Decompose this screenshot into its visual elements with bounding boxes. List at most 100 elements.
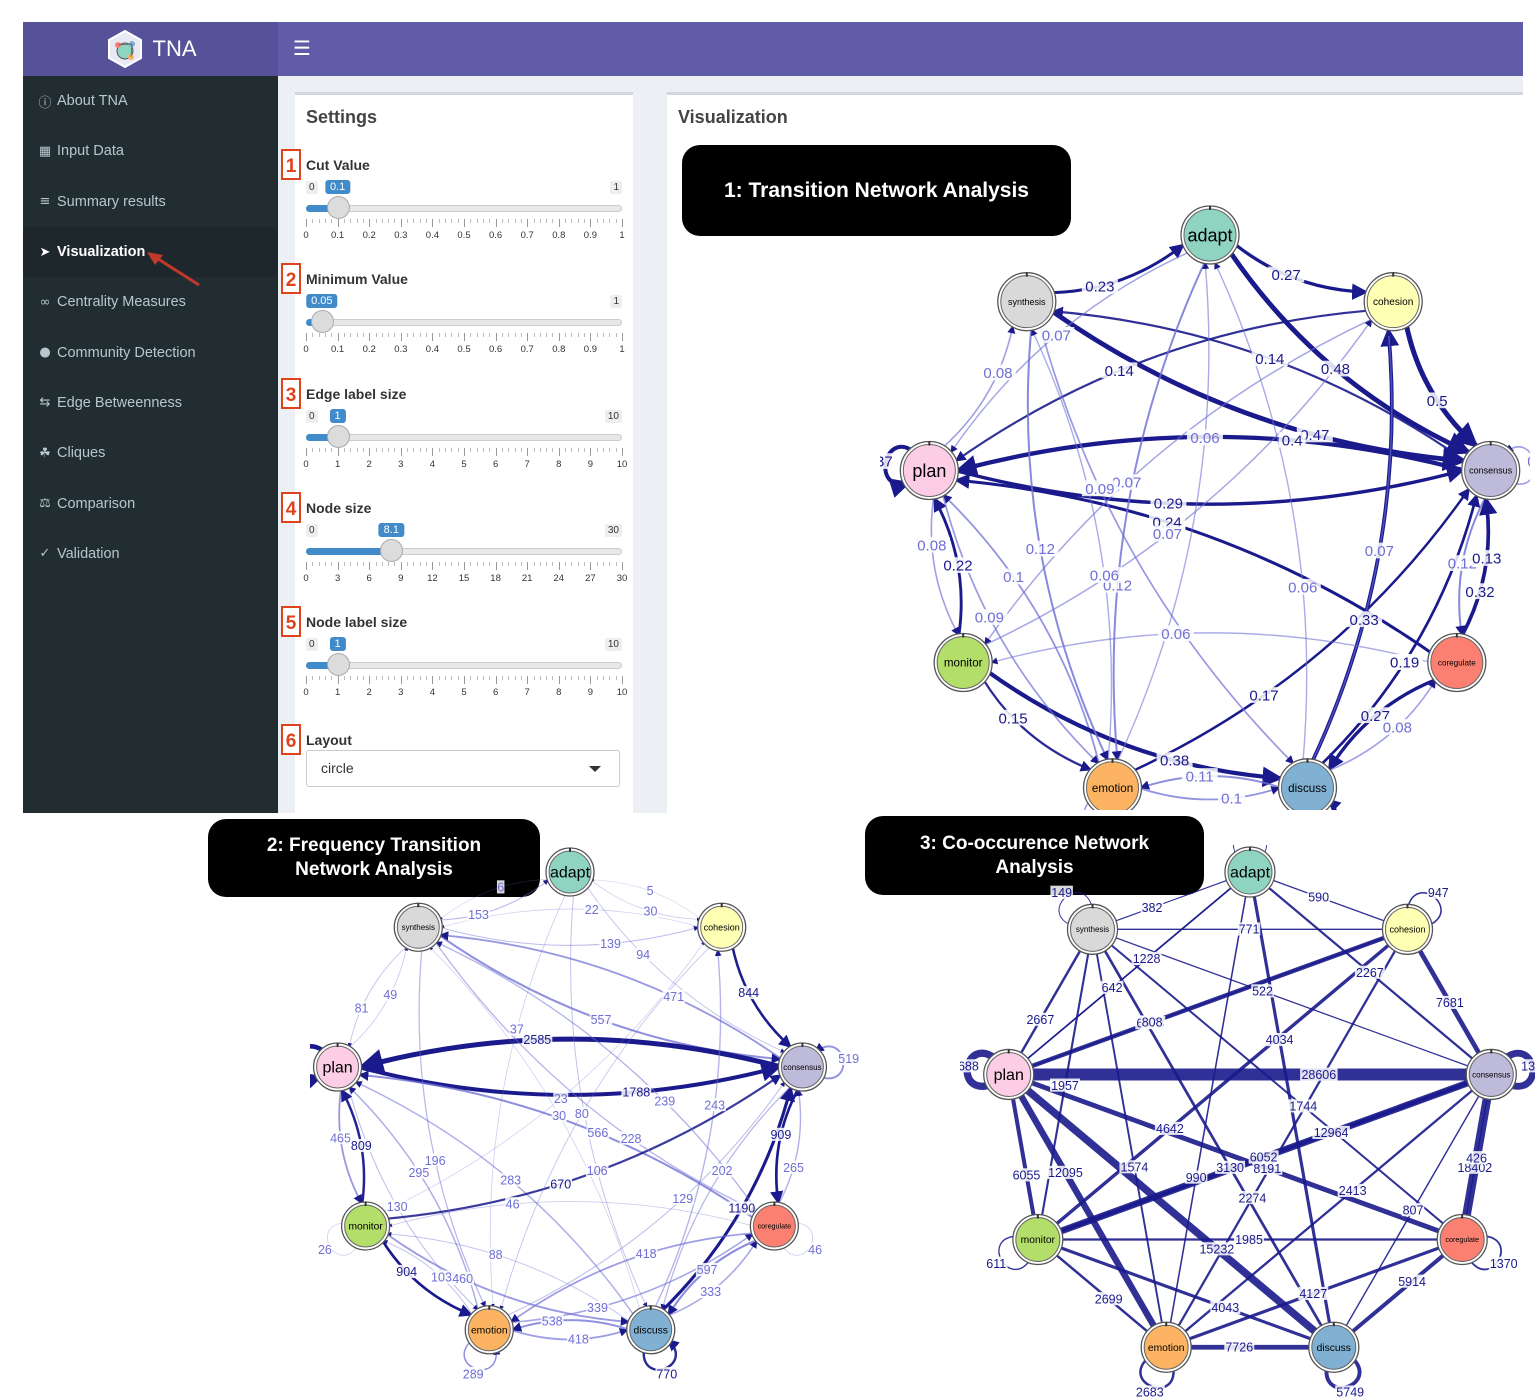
edge-weight-label: 265	[783, 1161, 804, 1175]
edge-weight-label: 670	[550, 1177, 571, 1191]
slider-tick	[350, 333, 352, 337]
sidebar-item-summary[interactable]: ≡ Summary results	[23, 177, 278, 227]
edge-weight-label: 809	[351, 1139, 372, 1153]
sidebar-item-cliques[interactable]: ☘ Cliques	[23, 428, 278, 478]
network-edge	[1016, 1091, 1157, 1329]
edge-weight-label: 0.1	[1221, 791, 1242, 808]
slider-tick-label: 0	[303, 344, 309, 355]
sidebar-item-centrality[interactable]: ∞ Centrality Measures	[23, 277, 278, 327]
slider-tick-label: 0.5	[457, 230, 471, 241]
slider-tick	[476, 676, 478, 680]
slider-tick	[324, 676, 326, 680]
slider-tick	[558, 676, 560, 684]
slider-tick	[432, 676, 434, 684]
slider-tick-label: 9	[587, 687, 594, 698]
slider-tick-label: 9	[587, 459, 594, 470]
slider-handle[interactable]	[310, 310, 334, 333]
slider[interactable]: 0 10 1 0 1 2 3 4 5 6 7 8 9 10	[303, 409, 627, 480]
slider-tick	[533, 333, 535, 337]
slider-tick	[337, 562, 339, 570]
edge-weight-label: 642	[1102, 981, 1123, 995]
slider-handle[interactable]	[326, 425, 350, 448]
slider-tick	[457, 333, 459, 337]
slider-tick	[432, 219, 434, 227]
slider-tick-label: 0	[303, 230, 309, 241]
slider-tick	[331, 676, 333, 680]
slider-tick-label: 0.2	[362, 230, 376, 241]
slider-tick	[489, 676, 491, 680]
slider-tick	[552, 333, 554, 337]
slider[interactable]: 0 30 8.1 0 3 6 9 12 15 18 21 24 27 30	[303, 523, 627, 594]
slider-tick	[533, 562, 535, 566]
slider-tick	[438, 448, 440, 452]
network-edge	[1028, 1079, 1441, 1234]
node-label: coregulate	[1445, 1235, 1479, 1244]
slider-tick	[615, 562, 617, 566]
sidebar-item-visualization[interactable]: ➤ Visualization	[23, 226, 278, 287]
slider-tick	[457, 219, 459, 223]
edge-weight-label: 0.06	[1090, 568, 1119, 585]
slider-ticks: 0 1 2 3 4 5 6 7 8 9 10	[303, 676, 627, 706]
network-edge	[1026, 885, 1234, 1060]
edge-weight-label: 295	[408, 1166, 429, 1180]
slider-tick	[464, 448, 465, 456]
sidebar-item-label: Input Data	[57, 143, 124, 160]
sidebar-item-input-data[interactable]: ▦ Input Data	[23, 126, 278, 176]
network-edge	[1183, 1087, 1476, 1333]
slider-value-label: 8.1	[378, 523, 404, 537]
slider-tick	[362, 219, 364, 223]
brand[interactable]: TNA	[23, 22, 278, 76]
slider-tick-label: 0.8	[552, 230, 566, 241]
slider-tick	[407, 448, 409, 452]
sitemap-icon: ☘	[39, 445, 51, 461]
node-label: discuss	[1288, 782, 1327, 795]
edge-weight-label: 2667	[1026, 1013, 1054, 1027]
slider-handle[interactable]	[380, 539, 404, 562]
slider-tick	[356, 448, 358, 452]
slider-tick	[539, 219, 541, 223]
sidebar-item-about[interactable]: ⓘ About TNA	[23, 76, 278, 126]
slider[interactable]: 0 1 0.05 0 0.1 0.2 0.3 0.4 0.5 0.6 0.7 0.8 0.9 1	[303, 294, 625, 365]
edge-weight-label: 0.06	[1161, 626, 1190, 643]
slider-handle[interactable]	[326, 653, 350, 676]
edge-weight-label: 12095	[1048, 1166, 1083, 1180]
sidebar-item-validation[interactable]: ✓ Validation	[23, 529, 278, 579]
slider-track[interactable]	[306, 662, 622, 669]
slider-tick	[520, 333, 522, 337]
slider-tick	[381, 333, 383, 337]
slider-tick	[324, 562, 326, 566]
slider-tick	[394, 219, 396, 223]
edge-weight-label: 0.08	[983, 365, 1012, 382]
slider-tick	[419, 333, 421, 337]
slider-tick	[445, 448, 447, 452]
slider-tick	[451, 676, 453, 680]
slider-tick	[331, 219, 333, 223]
slider-tick	[318, 219, 320, 223]
slider-tick	[407, 562, 409, 566]
slider-track[interactable]	[306, 205, 622, 212]
slider[interactable]: 0 1 0.1 0 0.1 0.2 0.3 0.4 0.5 0.6 0.7 0.8 0.9 1	[303, 180, 625, 251]
layout-select[interactable]: circle	[306, 750, 620, 787]
network-ftna: 1536530139948445572585178823044658094981…	[310, 847, 860, 1381]
slider-handle[interactable]	[326, 196, 350, 219]
edge-weight-label: 522	[1252, 985, 1273, 999]
menu-icon[interactable]: ☰	[293, 36, 311, 60]
slider-max-label: 30	[604, 524, 622, 537]
sidebar-item-edge-betweenness[interactable]: ⇆ Edge Betweenness	[23, 378, 278, 428]
slider-tick	[413, 676, 415, 680]
slider[interactable]: 0 10 1 0 1 2 3 4 5 6 7 8 9 10	[303, 637, 627, 708]
slider-tick	[615, 333, 617, 337]
edge-weight-label: 460	[452, 1272, 473, 1286]
slider-tick	[426, 448, 428, 452]
edge-weight-label: 1190	[728, 1202, 755, 1216]
node-label: consensus	[783, 1063, 821, 1072]
edge-weight-label: 7726	[1225, 1341, 1253, 1355]
sidebar-item-community[interactable]: ● Community Detection	[23, 327, 278, 377]
slider-tick	[584, 562, 586, 566]
slider-tick	[596, 448, 598, 452]
slider-value-label: 1	[329, 409, 346, 423]
edge-weight-label: 339	[587, 1301, 608, 1315]
slider-track[interactable]	[306, 434, 622, 441]
slider-track[interactable]	[306, 319, 622, 326]
sidebar-item-comparison[interactable]: ⚖ Comparison	[23, 478, 278, 528]
